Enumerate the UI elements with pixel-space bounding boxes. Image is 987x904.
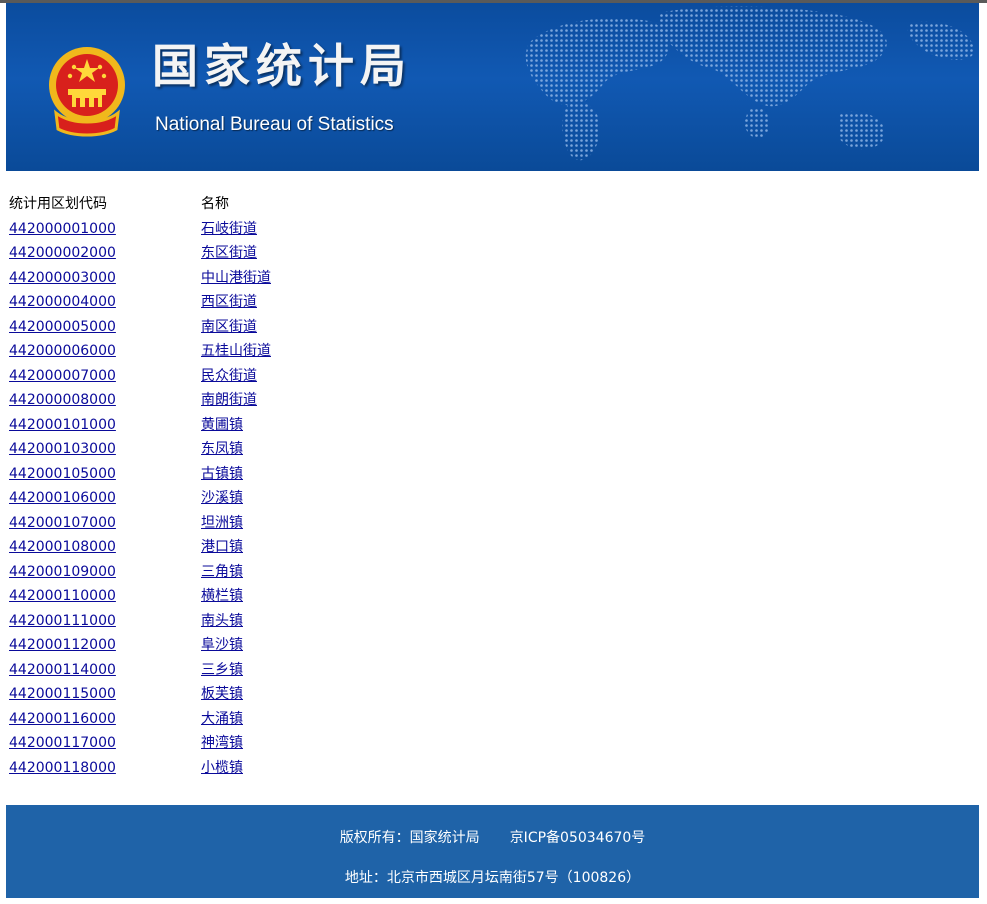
division-code-link[interactable]: 442000114000: [9, 662, 116, 678]
division-name-link[interactable]: 阜沙镇: [201, 637, 243, 653]
table-row: 442000008000 南朗街道: [9, 388, 401, 413]
world-map-graphic: [525, 6, 975, 161]
division-code-link[interactable]: 442000110000: [9, 588, 116, 604]
division-name-link[interactable]: 南区街道: [201, 319, 257, 335]
site-banner: 国家统计局 National Bureau of Statistics: [6, 3, 979, 171]
column-header-name: 名称: [201, 196, 229, 212]
footer-copyright: 版权所有：国家统计局: [339, 830, 480, 846]
division-code-link[interactable]: 442000115000: [9, 686, 116, 702]
table-row: 442000105000 古镇镇: [9, 462, 401, 487]
site-title-en: National Bureau of Statistics: [155, 114, 394, 135]
footer-icp: 京ICP备05034670号: [509, 830, 646, 846]
division-name-link[interactable]: 坦洲镇: [201, 515, 243, 531]
division-code-link[interactable]: 442000008000: [9, 392, 116, 408]
table-header-row: 统计用区划代码 名称: [9, 192, 401, 217]
site-title-cn: 国家统计局: [152, 39, 412, 93]
division-code-link[interactable]: 442000109000: [9, 564, 116, 580]
table-row: 442000116000 大涌镇: [9, 707, 401, 732]
division-name-link[interactable]: 五桂山街道: [201, 343, 271, 359]
table-row: 442000004000 西区街道: [9, 290, 401, 315]
division-name-link[interactable]: 东凤镇: [201, 441, 243, 457]
division-code-link[interactable]: 442000002000: [9, 245, 116, 261]
table-row: 442000107000 坦洲镇: [9, 511, 401, 536]
division-name-link[interactable]: 横栏镇: [201, 588, 243, 604]
table-row: 442000106000 沙溪镇: [9, 486, 401, 511]
division-code-link[interactable]: 442000101000: [9, 417, 116, 433]
table-row: 442000114000 三乡镇: [9, 658, 401, 683]
table-row: 442000005000 南区街道: [9, 315, 401, 340]
division-name-link[interactable]: 东区街道: [201, 245, 257, 261]
division-name-link[interactable]: 古镇镇: [201, 466, 243, 482]
table-row: 442000117000 神湾镇: [9, 731, 401, 756]
table-row: 442000111000 南头镇: [9, 609, 401, 634]
table-row: 442000101000 黄圃镇: [9, 413, 401, 438]
division-code-link[interactable]: 442000111000: [9, 613, 116, 629]
division-name-link[interactable]: 民众街道: [201, 368, 257, 384]
division-code-link[interactable]: 442000117000: [9, 735, 116, 751]
division-code-link[interactable]: 442000103000: [9, 441, 116, 457]
division-name-link[interactable]: 港口镇: [201, 539, 243, 555]
division-code-link[interactable]: 442000005000: [9, 319, 116, 335]
division-name-link[interactable]: 石岐街道: [201, 221, 257, 237]
division-code-link[interactable]: 442000116000: [9, 711, 116, 727]
table-row: 442000006000 五桂山街道: [9, 339, 401, 364]
division-name-link[interactable]: 中山港街道: [201, 270, 271, 286]
division-code-link[interactable]: 442000106000: [9, 490, 116, 506]
table-row: 442000112000 阜沙镇: [9, 633, 401, 658]
table-row: 442000001000 石岐街道: [9, 217, 401, 242]
division-name-link[interactable]: 板芙镇: [201, 686, 243, 702]
site-footer: 版权所有：国家统计局 京ICP备05034670号 地址：北京市西城区月坛南街57…: [6, 805, 979, 898]
table-row: 442000109000 三角镇: [9, 560, 401, 585]
division-name-link[interactable]: 黄圃镇: [201, 417, 243, 433]
division-code-link[interactable]: 442000007000: [9, 368, 116, 384]
division-code-link[interactable]: 442000118000: [9, 760, 116, 776]
table-row: 442000110000 横栏镇: [9, 584, 401, 609]
division-code-link[interactable]: 442000105000: [9, 466, 116, 482]
division-code-link[interactable]: 442000107000: [9, 515, 116, 531]
table-row: 442000108000 港口镇: [9, 535, 401, 560]
division-code-table: 统计用区划代码 名称 442000001000 石岐街道 442000002000 东…: [9, 192, 401, 780]
column-header-code: 统计用区划代码: [9, 196, 107, 212]
division-code-link[interactable]: 442000001000: [9, 221, 116, 237]
division-name-link[interactable]: 大涌镇: [201, 711, 243, 727]
division-code-link[interactable]: 442000112000: [9, 637, 116, 653]
table-row: 442000103000 东凤镇: [9, 437, 401, 462]
table-row: 442000002000 东区街道: [9, 241, 401, 266]
division-name-link[interactable]: 西区街道: [201, 294, 257, 310]
division-code-link[interactable]: 442000003000: [9, 270, 116, 286]
division-name-link[interactable]: 南朗街道: [201, 392, 257, 408]
division-code-link[interactable]: 442000108000: [9, 539, 116, 555]
division-code-link[interactable]: 442000004000: [9, 294, 116, 310]
table-row: 442000118000 小榄镇: [9, 756, 401, 781]
national-emblem-icon: [49, 47, 125, 137]
table-row: 442000003000 中山港街道: [9, 266, 401, 291]
division-name-link[interactable]: 南头镇: [201, 613, 243, 629]
division-name-link[interactable]: 三角镇: [201, 564, 243, 580]
footer-line-1: 版权所有：国家统计局 京ICP备05034670号: [6, 827, 979, 847]
division-name-link[interactable]: 小榄镇: [201, 760, 243, 776]
division-name-link[interactable]: 神湾镇: [201, 735, 243, 751]
table-row: 442000115000 板芙镇: [9, 682, 401, 707]
footer-address: 地址：北京市西城区月坛南街57号（100826）: [344, 870, 641, 886]
table-row: 442000007000 民众街道: [9, 364, 401, 389]
division-code-link[interactable]: 442000006000: [9, 343, 116, 359]
division-name-link[interactable]: 三乡镇: [201, 662, 243, 678]
division-name-link[interactable]: 沙溪镇: [201, 490, 243, 506]
